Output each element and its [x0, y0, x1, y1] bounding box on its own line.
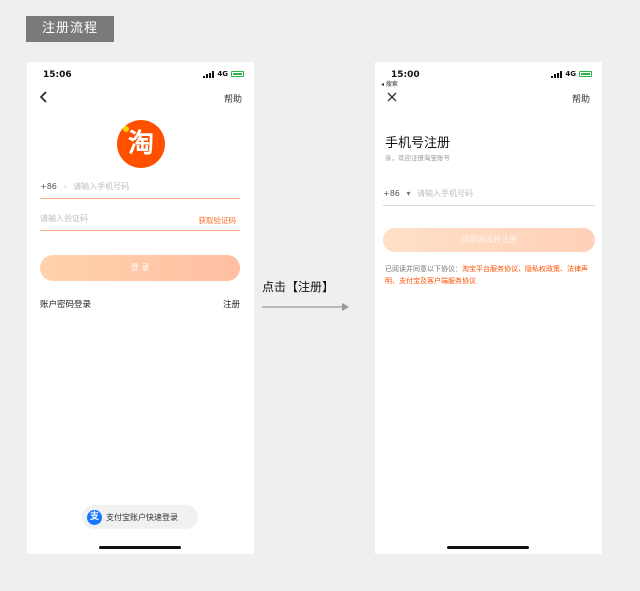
alipay-icon: 支: [87, 509, 102, 525]
login-screen: 15:06 4G 帮助 淘 +86 › 请输入手机号码 请输入验证码 获取验证码…: [27, 62, 254, 554]
page-subtitle: 亲，欢迎注册淘宝账号: [385, 154, 450, 162]
status-bar: 15:00 ◂ 搜索 4G: [375, 62, 602, 88]
status-indicators: 4G: [551, 70, 592, 78]
register-link[interactable]: 注册: [223, 298, 240, 310]
phone-field[interactable]: +86 ▾ 请输入手机号码: [383, 188, 595, 206]
home-indicator: [447, 546, 529, 549]
arrow-label: 点击【注册】: [262, 280, 335, 294]
status-indicators: 4G: [203, 70, 244, 78]
close-icon[interactable]: [385, 90, 399, 104]
page-heading: 注册流程: [26, 16, 114, 42]
nav-bar: 帮助: [375, 88, 602, 108]
nav-bar: 帮助: [27, 88, 254, 108]
back-arrow-icon[interactable]: [37, 90, 51, 104]
alipay-login-button[interactable]: 支 支付宝账户快速登录: [82, 505, 198, 529]
get-code-button[interactable]: 获取验证码: [199, 215, 237, 226]
page-title: 手机号注册: [385, 136, 451, 151]
alipay-login-label: 支付宝账户快速登录: [106, 512, 178, 522]
logo-dot-icon: [123, 126, 129, 132]
network-label: 4G: [565, 70, 576, 78]
phone-input[interactable]: 请输入手机号码: [73, 182, 129, 191]
battery-icon: [231, 71, 244, 77]
back-to-app[interactable]: ◂ 搜索: [381, 79, 398, 88]
phone-field[interactable]: +86 › 请输入手机号码: [40, 181, 240, 199]
chevron-right-icon: ›: [63, 182, 67, 191]
status-time: 15:06: [43, 70, 72, 80]
password-login-link[interactable]: 账户密码登录: [40, 298, 91, 310]
country-code[interactable]: +86: [40, 182, 57, 191]
code-field[interactable]: 请输入验证码 获取验证码: [40, 213, 240, 231]
battery-icon: [579, 71, 592, 77]
taobao-logo: 淘: [117, 120, 165, 168]
login-button[interactable]: 登 录: [40, 255, 240, 281]
chevron-down-icon: ▾: [406, 189, 411, 198]
logo-text: 淘: [127, 129, 154, 159]
signal-icon: [551, 70, 563, 78]
country-code[interactable]: +86: [383, 189, 400, 198]
phone-input[interactable]: 请输入手机号码: [417, 189, 473, 198]
code-input[interactable]: 请输入验证码: [40, 214, 88, 223]
right-arrow-icon: [262, 303, 349, 311]
agree-register-button[interactable]: 同意协议并注册: [383, 228, 595, 252]
agreement-text: 已阅读并同意以下协议：淘宝平台服务协议、隐私权政策、法律声明、支付宝及客户端服务…: [385, 263, 595, 287]
help-link[interactable]: 帮助: [572, 92, 590, 105]
status-bar: 15:06 4G: [27, 62, 254, 88]
agreement-intro: 已阅读并同意以下协议：: [385, 265, 462, 273]
help-link[interactable]: 帮助: [224, 92, 242, 105]
register-screen: 15:00 ◂ 搜索 4G 帮助 手机号注册 亲，欢迎注册淘宝账号 +86 ▾ …: [375, 62, 602, 554]
home-indicator: [99, 546, 181, 549]
network-label: 4G: [217, 70, 228, 78]
signal-icon: [203, 70, 215, 78]
